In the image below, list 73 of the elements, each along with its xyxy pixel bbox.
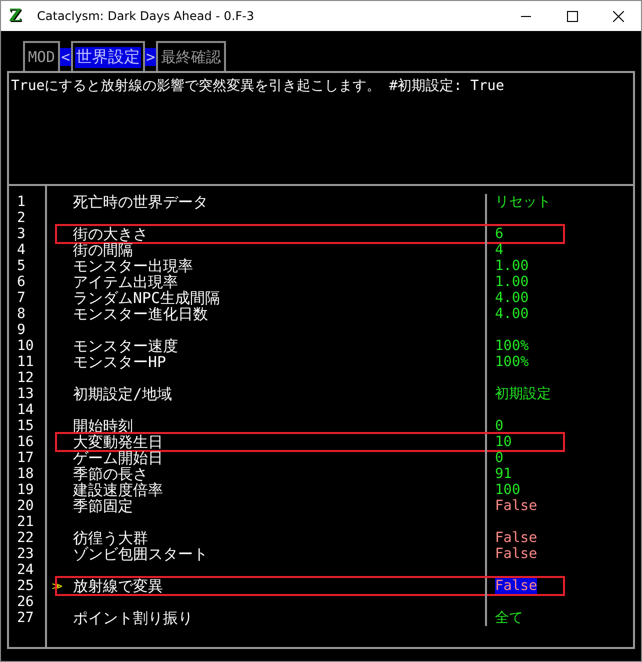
tab[interactable]: 最終確認: [156, 41, 226, 71]
close-icon: [612, 10, 624, 22]
line-number: 15: [17, 418, 35, 434]
line-number: 14: [17, 402, 35, 418]
line-number: 27: [17, 610, 35, 626]
option-name[interactable]: ポイント割り振り: [73, 610, 193, 626]
option-value[interactable]: 4.00: [495, 306, 529, 322]
option-name[interactable]: 死亡時の世界データ: [73, 194, 208, 210]
option-value[interactable]: 91: [495, 466, 512, 482]
line-number: 9: [17, 322, 26, 338]
option-name[interactable]: モンスターHP: [73, 354, 166, 370]
line-number: 26: [17, 594, 35, 610]
option-name[interactable]: 彷徨う大群: [73, 530, 148, 546]
option-value[interactable]: False: [495, 546, 538, 562]
line-number: 12: [17, 370, 35, 386]
option-value[interactable]: 4: [495, 242, 504, 258]
option-value[interactable]: 100: [495, 482, 520, 498]
line-number: 2: [17, 210, 26, 226]
option-value[interactable]: 100%: [495, 338, 529, 354]
option-value[interactable]: False: [495, 498, 538, 514]
line-number: 17: [17, 450, 35, 466]
line-number: 7: [17, 290, 26, 306]
option-value[interactable]: リセット: [495, 194, 551, 210]
option-name[interactable]: 街の間隔: [73, 242, 133, 258]
tab[interactable]: 世界設定: [71, 41, 146, 71]
option-value[interactable]: 0: [495, 450, 504, 466]
option-name[interactable]: モンスター出現率: [73, 258, 193, 274]
option-value[interactable]: 1.00: [495, 258, 529, 274]
option-name[interactable]: 建設速度倍率: [73, 482, 163, 498]
maximize-icon: [566, 10, 578, 22]
option-name[interactable]: 大変動発生日: [73, 434, 163, 450]
line-number: 19: [17, 482, 35, 498]
option-name[interactable]: 街の大きさ: [73, 226, 148, 242]
option-value[interactable]: 10: [495, 434, 512, 450]
line-number: 13: [17, 386, 35, 402]
option-name[interactable]: ランダムNPC生成間隔: [73, 290, 220, 306]
option-name[interactable]: モンスター進化日数: [73, 306, 208, 322]
line-number: 25: [17, 578, 35, 594]
window-logo: Z: [9, 6, 22, 26]
option-name[interactable]: アイテム出現率: [73, 274, 178, 290]
line-number: 21: [17, 514, 35, 530]
option-name[interactable]: モンスター速度: [73, 338, 178, 354]
option-value[interactable]: 4.00: [495, 290, 529, 306]
option-value[interactable]: False: [495, 578, 538, 594]
line-number: 22: [17, 530, 35, 546]
option-value[interactable]: 1.00: [495, 274, 529, 290]
line-number: 6: [17, 274, 26, 290]
option-name[interactable]: ゾンビ包囲スタート: [73, 546, 208, 562]
option-value[interactable]: 初期設定: [495, 386, 551, 402]
option-value[interactable]: 全て: [495, 610, 523, 626]
option-value[interactable]: 6: [495, 226, 504, 242]
line-number: 20: [17, 498, 35, 514]
line-number: 18: [17, 466, 35, 482]
option-name[interactable]: 初期設定/地域: [73, 386, 172, 402]
line-number: 3: [17, 226, 26, 242]
option-name[interactable]: 季節の長さ: [73, 466, 148, 482]
option-value[interactable]: 0: [495, 418, 504, 434]
option-name[interactable]: 季節固定: [73, 498, 133, 514]
line-number: 23: [17, 546, 35, 562]
option-name[interactable]: 放射線で変異: [73, 578, 163, 594]
line-number: 8: [17, 306, 26, 322]
window-title: Cataclysm: Dark Days Ahead - 0.F-3: [37, 9, 256, 23]
line-number: 16: [17, 434, 35, 450]
option-name[interactable]: ゲーム開始日: [73, 450, 163, 466]
line-number: 11: [17, 354, 35, 370]
line-number: 10: [17, 338, 35, 354]
line-number: 5: [17, 258, 26, 274]
line-number: 1: [17, 194, 26, 210]
option-value[interactable]: False: [495, 530, 538, 546]
option-value[interactable]: 100%: [495, 354, 529, 370]
description-text: Trueにすると放射線の影響で突然変異を引き起こします。 #初期設定: True: [7, 71, 635, 184]
line-number: 24: [17, 562, 35, 578]
line-number: 4: [17, 242, 26, 258]
